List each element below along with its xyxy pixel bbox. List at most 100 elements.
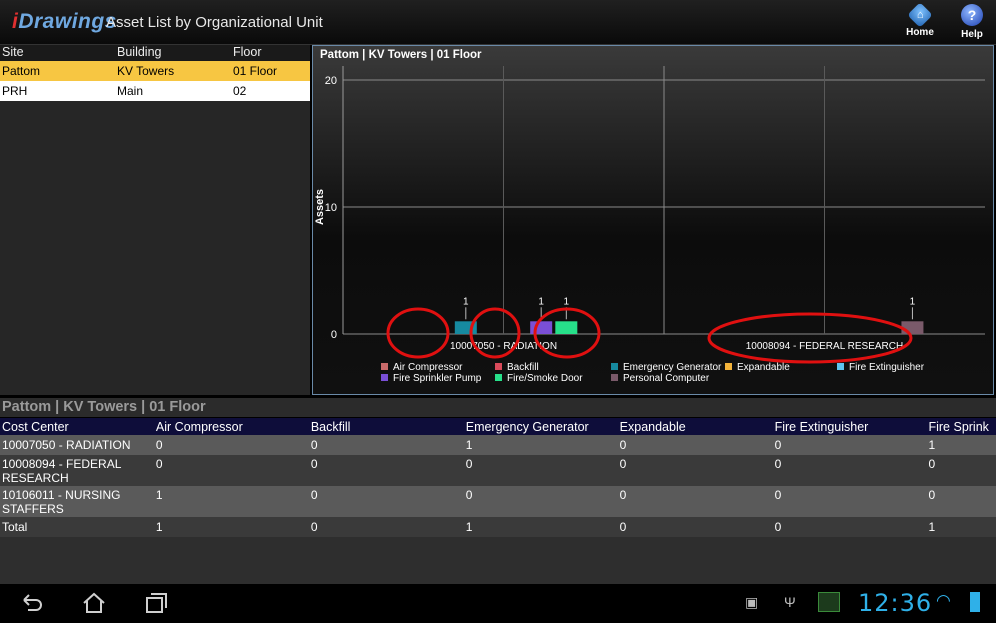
legend-label: Emergency Generator (623, 362, 722, 373)
table-cell: 0 (928, 488, 936, 502)
table-cell: 0 (774, 520, 782, 534)
site-cell: PRH (2, 84, 28, 98)
home-icon: ⌂ (907, 2, 933, 28)
recent-apps-icon[interactable] (144, 592, 168, 614)
table-cell: 1 (155, 488, 163, 502)
table-cell: 10007050 - RADIATION (2, 438, 131, 452)
chart-panel: 0 10 20 Assets 1 1 1 10007050 - RADIATION 1 10008… (312, 45, 994, 395)
data-label: 1 (564, 296, 570, 307)
bar (901, 321, 924, 334)
help-icon: ? (961, 4, 983, 26)
legend-swatch (725, 363, 732, 370)
screenshot-icon (818, 592, 840, 612)
table-header-row: Cost Center Air Compressor Backfill Emer… (0, 418, 996, 435)
legend-swatch (837, 363, 844, 370)
table-cell: 0 (619, 488, 627, 502)
table-cell: 1 (465, 520, 473, 534)
bar (555, 321, 578, 334)
home-button[interactable]: ⌂ Home (900, 2, 940, 42)
table-cell: 0 (310, 457, 318, 471)
legend-label: Backfill (507, 362, 539, 373)
battery-icon (970, 592, 980, 612)
table-cell: 0 (774, 438, 782, 452)
table-row-total[interactable]: Total 1 0 1 0 0 1 (0, 517, 996, 537)
table-cell: 0 (774, 488, 782, 502)
table-cell: 0 (619, 438, 627, 452)
table-cell: 10008094 - FEDERAL RESEARCH (2, 457, 121, 485)
asset-bar-chart: 01020Assets1 1 110007050 - RADIATION110008… (314, 66, 985, 384)
table-cell: 1 (928, 520, 936, 534)
site-list-header: Site Building Floor (0, 45, 310, 61)
legend-label: Air Compressor (393, 362, 463, 373)
legend-label: Fire Sprinkler Pump (393, 373, 482, 384)
table-cell: 0 (155, 438, 163, 452)
table-cell: 0 (465, 488, 473, 502)
legend-swatch (495, 363, 502, 370)
table-row[interactable]: 10106011 - NURSING STAFFERS 1 0 0 0 0 0 (0, 486, 996, 517)
annotation-circle (707, 312, 913, 364)
table-cell: 1 (465, 438, 473, 452)
chart-title: Pattom | KV Towers | 01 Floor (320, 49, 482, 61)
table-cell: 0 (774, 457, 782, 471)
table-cell: 0 (465, 457, 473, 471)
column-header: Fire Sprink (928, 419, 989, 434)
table-cell: 10106011 - NURSING STAFFERS (2, 488, 121, 516)
legend-label: Fire Extinguisher (849, 362, 925, 373)
back-icon[interactable] (20, 592, 44, 614)
legend-label: Fire/Smoke Door (507, 373, 583, 384)
column-header: Cost Center (2, 419, 69, 434)
table-cell: 0 (310, 488, 318, 502)
data-label: 1 (910, 296, 916, 307)
system-nav-bar: ▣ Ψ 12:36 ◠ (0, 584, 996, 623)
asset-count-table: Cost Center Air Compressor Backfill Emer… (0, 418, 996, 584)
column-header-building: Building (117, 45, 162, 59)
android-debug-icon: ▣ (745, 594, 759, 610)
page-title: Asset List by Organizational Unit (106, 14, 323, 31)
legend-label: Expandable (737, 362, 790, 373)
y-axis-label: Assets (314, 189, 326, 225)
table-cell: 0 (619, 457, 627, 471)
building-cell: Main (117, 84, 144, 98)
legend-swatch (611, 374, 618, 381)
data-label: 1 (463, 296, 469, 307)
wifi-icon: ◠ (936, 591, 951, 610)
annotation-circle (386, 307, 450, 359)
legend-swatch (495, 374, 502, 381)
table-cell: 1 (155, 520, 163, 534)
legend-swatch (381, 374, 388, 381)
table-cell: 0 (619, 520, 627, 534)
table-cell: 1 (928, 438, 936, 452)
table-cell: 0 (928, 457, 936, 471)
x-tick-label: 10008094 - FEDERAL RESEARCH (746, 341, 903, 352)
column-header: Backfill (310, 419, 351, 434)
floor-cell: 01 Floor (233, 64, 278, 78)
table-row[interactable]: 10007050 - RADIATION 0 0 1 0 0 1 (0, 435, 996, 455)
table-cell: 0 (310, 520, 318, 534)
usb-icon: Ψ (784, 594, 796, 610)
status-clock: 12:36 (858, 589, 933, 617)
home-label: Home (906, 27, 934, 38)
legend-label: Personal Computer (623, 373, 710, 384)
help-button[interactable]: ? Help (952, 4, 992, 42)
y-tick-label: 20 (325, 75, 337, 87)
column-header: Expandable (619, 419, 686, 434)
site-row-pattom[interactable]: Pattom KV Towers 01 Floor (0, 61, 310, 81)
site-row-prh[interactable]: PRH Main 02 (0, 81, 310, 101)
legend-swatch (381, 363, 388, 370)
bar (530, 321, 553, 334)
site-list-panel: Site Building Floor Pattom KV Towers 01 … (0, 45, 310, 395)
y-tick-label: 10 (325, 202, 337, 214)
app-logo: iDrawings (12, 10, 117, 33)
column-header-site: Site (2, 45, 24, 59)
table-row[interactable]: 10008094 - FEDERAL RESEARCH 0 0 0 0 0 0 (0, 455, 996, 486)
table-cell: 0 (155, 457, 163, 471)
app-header: iDrawings Asset List by Organizational U… (0, 0, 996, 45)
home-nav-icon[interactable] (82, 592, 106, 614)
column-header: Fire Extinguisher (774, 419, 869, 434)
table-cell: Total (2, 520, 28, 534)
table-title: Pattom | KV Towers | 01 Floor (0, 398, 996, 417)
data-label: 1 (538, 296, 544, 307)
column-header: Air Compressor (155, 419, 243, 434)
column-header-floor: Floor (233, 45, 262, 59)
legend-swatch (611, 363, 618, 370)
